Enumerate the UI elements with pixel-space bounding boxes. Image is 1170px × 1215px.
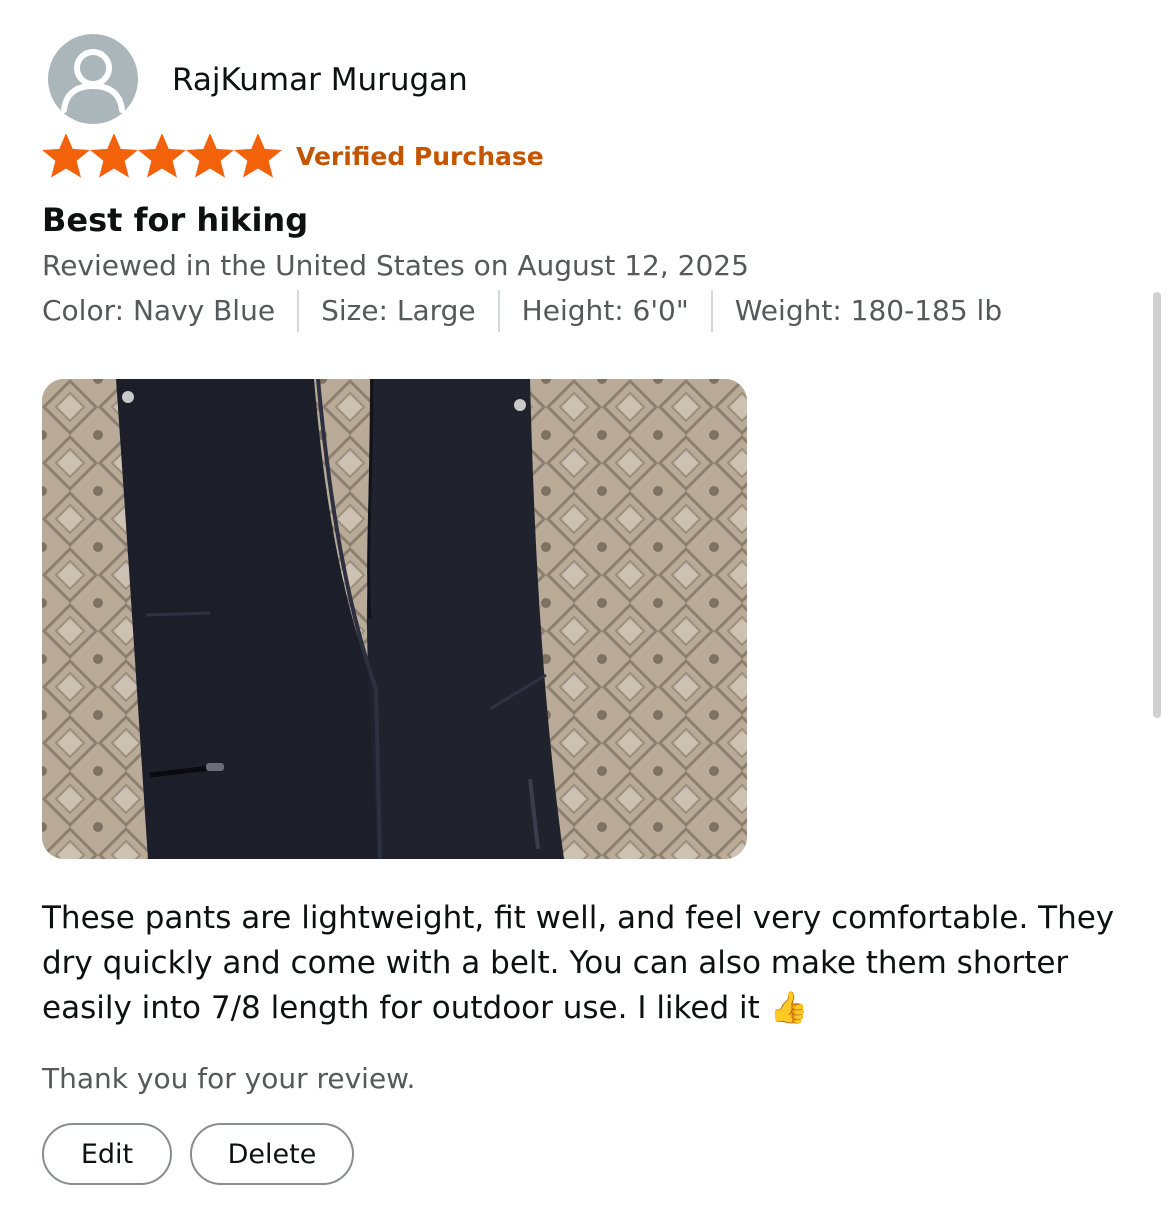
verified-purchase-badge: Verified Purchase [296,141,544,171]
edit-button[interactable]: Edit [42,1123,172,1185]
rating-row: Verified Purchase [42,134,544,178]
review-title: Best for hiking [42,201,309,239]
attribute-height: Height: 6'0" [497,290,711,332]
scrollbar[interactable] [1153,292,1161,718]
product-attributes: Color: Navy Blue Size: Large Height: 6'0… [42,290,1024,332]
avatar[interactable] [48,34,138,124]
star-icon [186,134,234,178]
attribute-weight: Weight: 180-185 lb [710,290,1024,332]
star-icon [90,134,138,178]
review-date: Reviewed in the United States on August … [42,249,749,282]
reviewer-name[interactable]: RajKumar Murugan [172,58,468,102]
star-rating [42,134,282,178]
attribute-size: Size: Large [297,290,498,332]
navy-hiking-pants-photo [42,379,747,859]
review-card: RajKumar Murugan Verified Purchase Best … [0,0,1170,1215]
attribute-color: Color: Navy Blue [42,294,276,327]
star-icon [42,134,90,178]
star-icon [234,134,282,178]
person-silhouette-icon [61,49,125,113]
delete-button[interactable]: Delete [190,1123,354,1185]
review-body: These pants are lightweight, fit well, a… [42,900,1115,1026]
thanks-message: Thank you for your review. [42,1062,416,1095]
star-icon [138,134,186,178]
review-photo[interactable] [42,379,747,859]
